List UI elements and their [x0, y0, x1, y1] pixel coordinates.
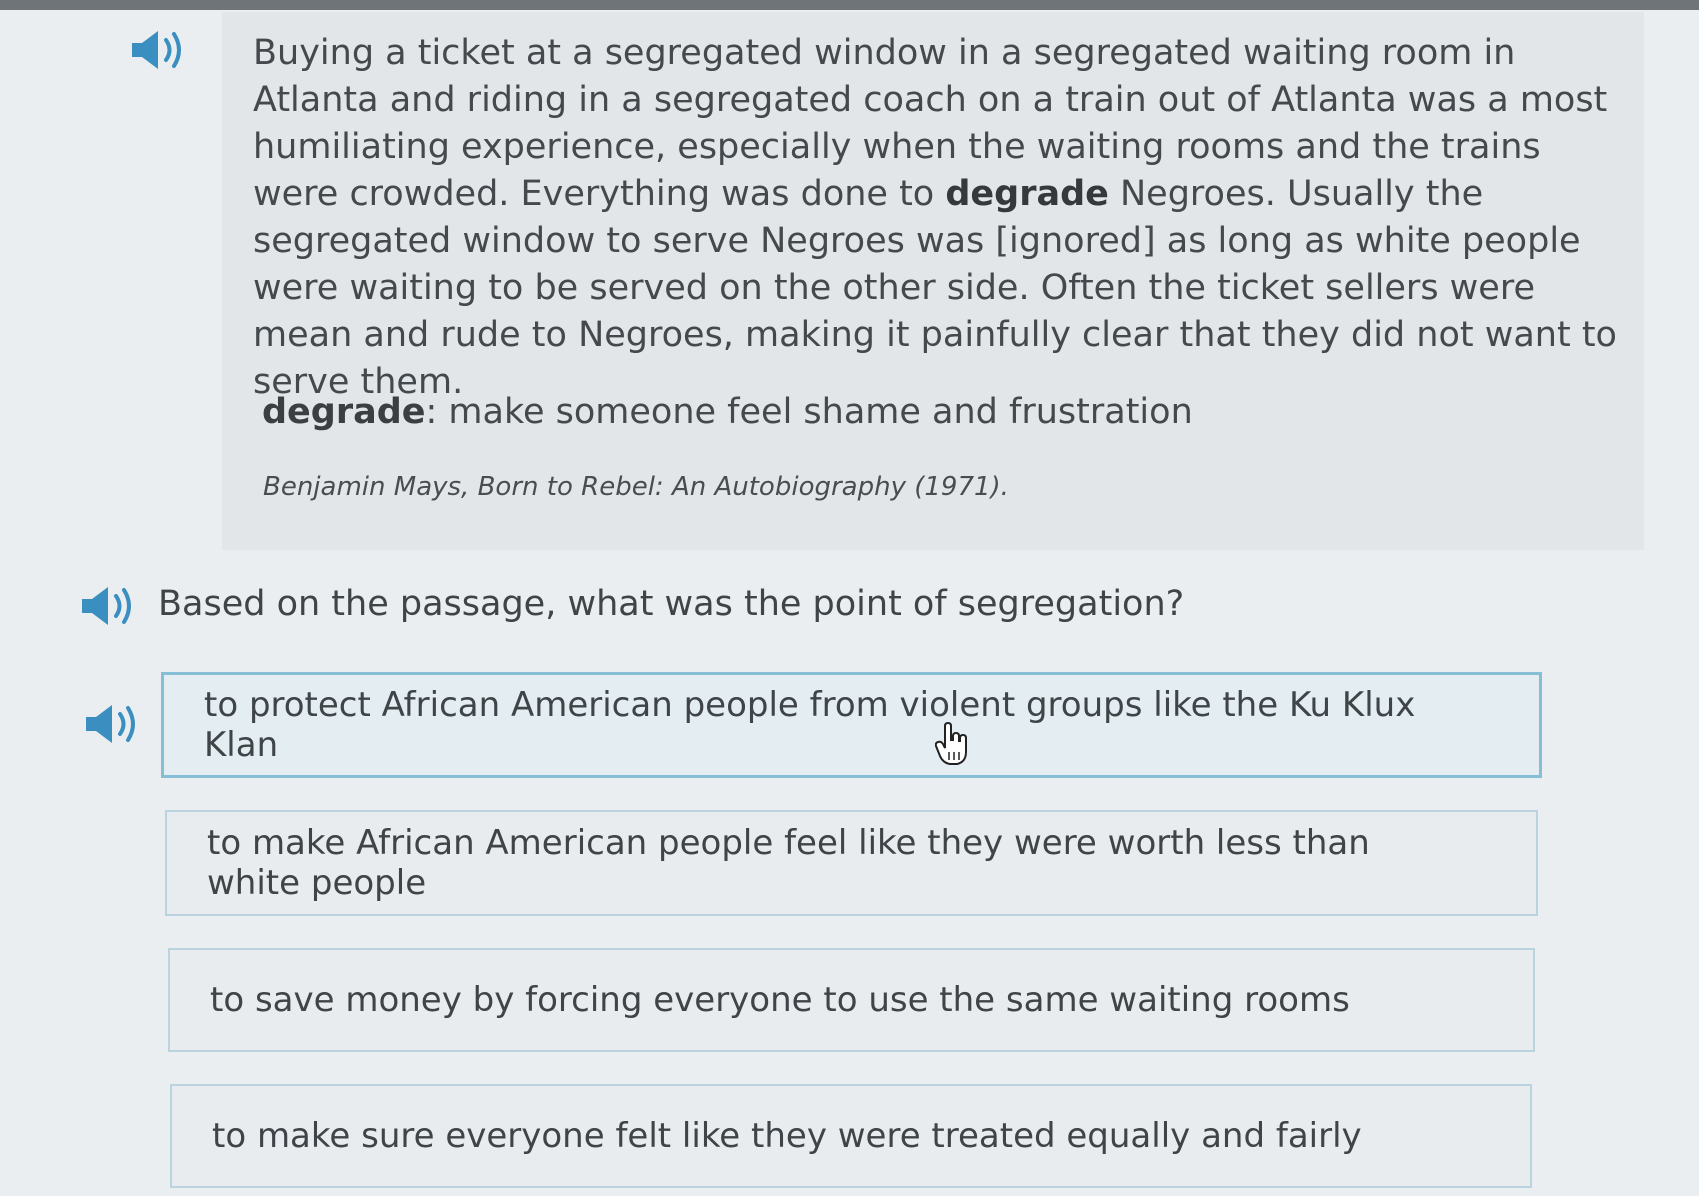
answer-choice-2[interactable]: to make African American people feel lik… [165, 810, 1538, 916]
passage-bold-term: degrade [945, 174, 1109, 214]
answer-choice-label: to protect African American people from … [204, 685, 1416, 765]
answer-choice-label: to save money by forcing everyone to use… [210, 980, 1350, 1020]
top-bar [0, 0, 1699, 10]
answer-choice-3[interactable]: to save money by forcing everyone to use… [168, 948, 1535, 1052]
speaker-icon [132, 31, 181, 69]
passage-text: Buying a ticket at a segregated window i… [253, 30, 1633, 406]
choice-audio-button[interactable] [82, 702, 146, 746]
answer-choice-4[interactable]: to make sure everyone felt like they wer… [170, 1084, 1532, 1188]
definition-text: : make someone feel shame and frustratio… [425, 392, 1193, 432]
source-citation: Benjamin Mays, Born to Rebel: An Autobio… [263, 472, 1009, 502]
question-audio-button[interactable] [78, 584, 142, 628]
question-prompt: Based on the passage, what was the point… [158, 584, 1185, 624]
passage-audio-button[interactable] [128, 28, 192, 72]
answer-choice-label: to make African American people feel lik… [207, 823, 1370, 903]
speaker-icon [82, 587, 131, 625]
vocabulary-definition: degrade: make someone feel shame and fru… [262, 392, 1193, 432]
hand-pointer-icon [934, 721, 969, 770]
definition-term: degrade [262, 392, 426, 432]
speaker-icon [86, 705, 135, 743]
answer-choice-1[interactable]: to protect African American people from … [161, 672, 1542, 778]
answer-choice-label: to make sure everyone felt like they wer… [212, 1116, 1362, 1156]
